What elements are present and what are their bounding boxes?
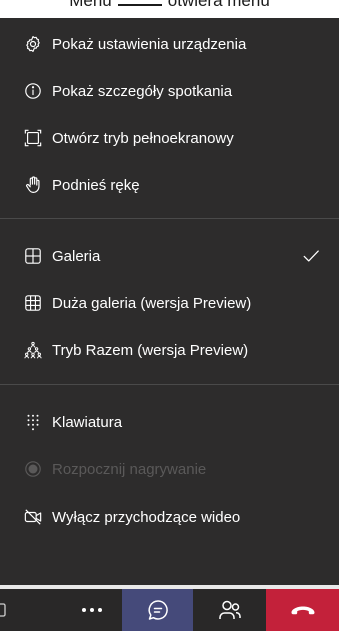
info-icon bbox=[23, 81, 43, 101]
menu-item-label: Wyłącz przychodzące wideo bbox=[52, 508, 241, 526]
hang-up-button[interactable] bbox=[266, 589, 339, 631]
chat-button[interactable] bbox=[122, 589, 193, 631]
caption-right: otwiera menu bbox=[167, 0, 270, 10]
call-toolbar bbox=[0, 589, 339, 631]
hang-up-phone-icon bbox=[291, 606, 314, 615]
gallery-grid-icon bbox=[23, 246, 43, 266]
menu-item-meeting-details[interactable]: Pokaż szczegóły spotkania bbox=[0, 71, 339, 111]
video-off-icon bbox=[23, 507, 43, 527]
participants-button[interactable] bbox=[193, 589, 266, 631]
toolbar-partial-button[interactable] bbox=[0, 589, 62, 631]
menu-item-label: Otwórz tryb pełnoekranowy bbox=[52, 129, 234, 147]
more-options-button[interactable] bbox=[62, 589, 122, 631]
menu-item-start-recording: Rozpocznij nagrywanie bbox=[0, 449, 339, 489]
menu-item-label: Rozpocznij nagrywanie bbox=[52, 460, 207, 478]
menu-item-label: Tryb Razem (wersja Preview) bbox=[52, 341, 249, 359]
caption-blank bbox=[117, 4, 162, 6]
partial-icon bbox=[0, 603, 6, 617]
caption-left: Menu bbox=[69, 0, 112, 10]
settings-gear-icon bbox=[23, 34, 43, 54]
raise-hand-icon bbox=[23, 175, 43, 195]
menu-item-label: Pokaż ustawienia urządzenia bbox=[52, 35, 247, 53]
record-icon bbox=[23, 459, 43, 479]
keypad-icon bbox=[23, 412, 43, 432]
fullscreen-icon bbox=[23, 128, 43, 148]
menu-item-raise-hand[interactable]: Podnieś rękę bbox=[0, 165, 339, 205]
people-icon bbox=[218, 600, 241, 619]
menu-item-label: Duża galeria (wersja Preview) bbox=[52, 294, 252, 312]
menu-divider bbox=[0, 384, 339, 385]
menu-item-device-settings[interactable]: Pokaż ustawienia urządzenia bbox=[0, 24, 339, 64]
checkmark-icon bbox=[303, 250, 319, 262]
large-gallery-icon bbox=[23, 293, 43, 313]
menu-item-label: Podnieś rękę bbox=[52, 176, 140, 194]
menu-item-gallery[interactable]: Galeria bbox=[0, 236, 339, 276]
menu-divider bbox=[0, 218, 339, 219]
together-mode-icon bbox=[23, 340, 43, 360]
menu-item-label: Galeria bbox=[52, 247, 101, 265]
more-actions-menu: Pokaż ustawienia urządzenia Pokaż szczeg… bbox=[0, 18, 339, 593]
menu-item-large-gallery[interactable]: Duża galeria (wersja Preview) bbox=[0, 283, 339, 323]
menu-item-turn-off-incoming-video[interactable]: Wyłącz przychodzące wideo bbox=[0, 497, 339, 537]
menu-item-fullscreen[interactable]: Otwórz tryb pełnoekranowy bbox=[0, 118, 339, 158]
menu-item-together-mode[interactable]: Tryb Razem (wersja Preview) bbox=[0, 330, 339, 370]
screenshot-frame: Menu otwiera menu Pokaż ustawienia urządz… bbox=[0, 0, 339, 631]
top-caption: Menu otwiera menu bbox=[0, 0, 339, 11]
menu-item-keypad[interactable]: Klawiatura bbox=[0, 402, 339, 442]
menu-item-label: Pokaż szczegóły spotkania bbox=[52, 82, 233, 100]
menu-item-label: Klawiatura bbox=[52, 413, 123, 431]
chat-bubble-icon bbox=[147, 600, 168, 620]
more-dots-icon bbox=[82, 608, 102, 612]
